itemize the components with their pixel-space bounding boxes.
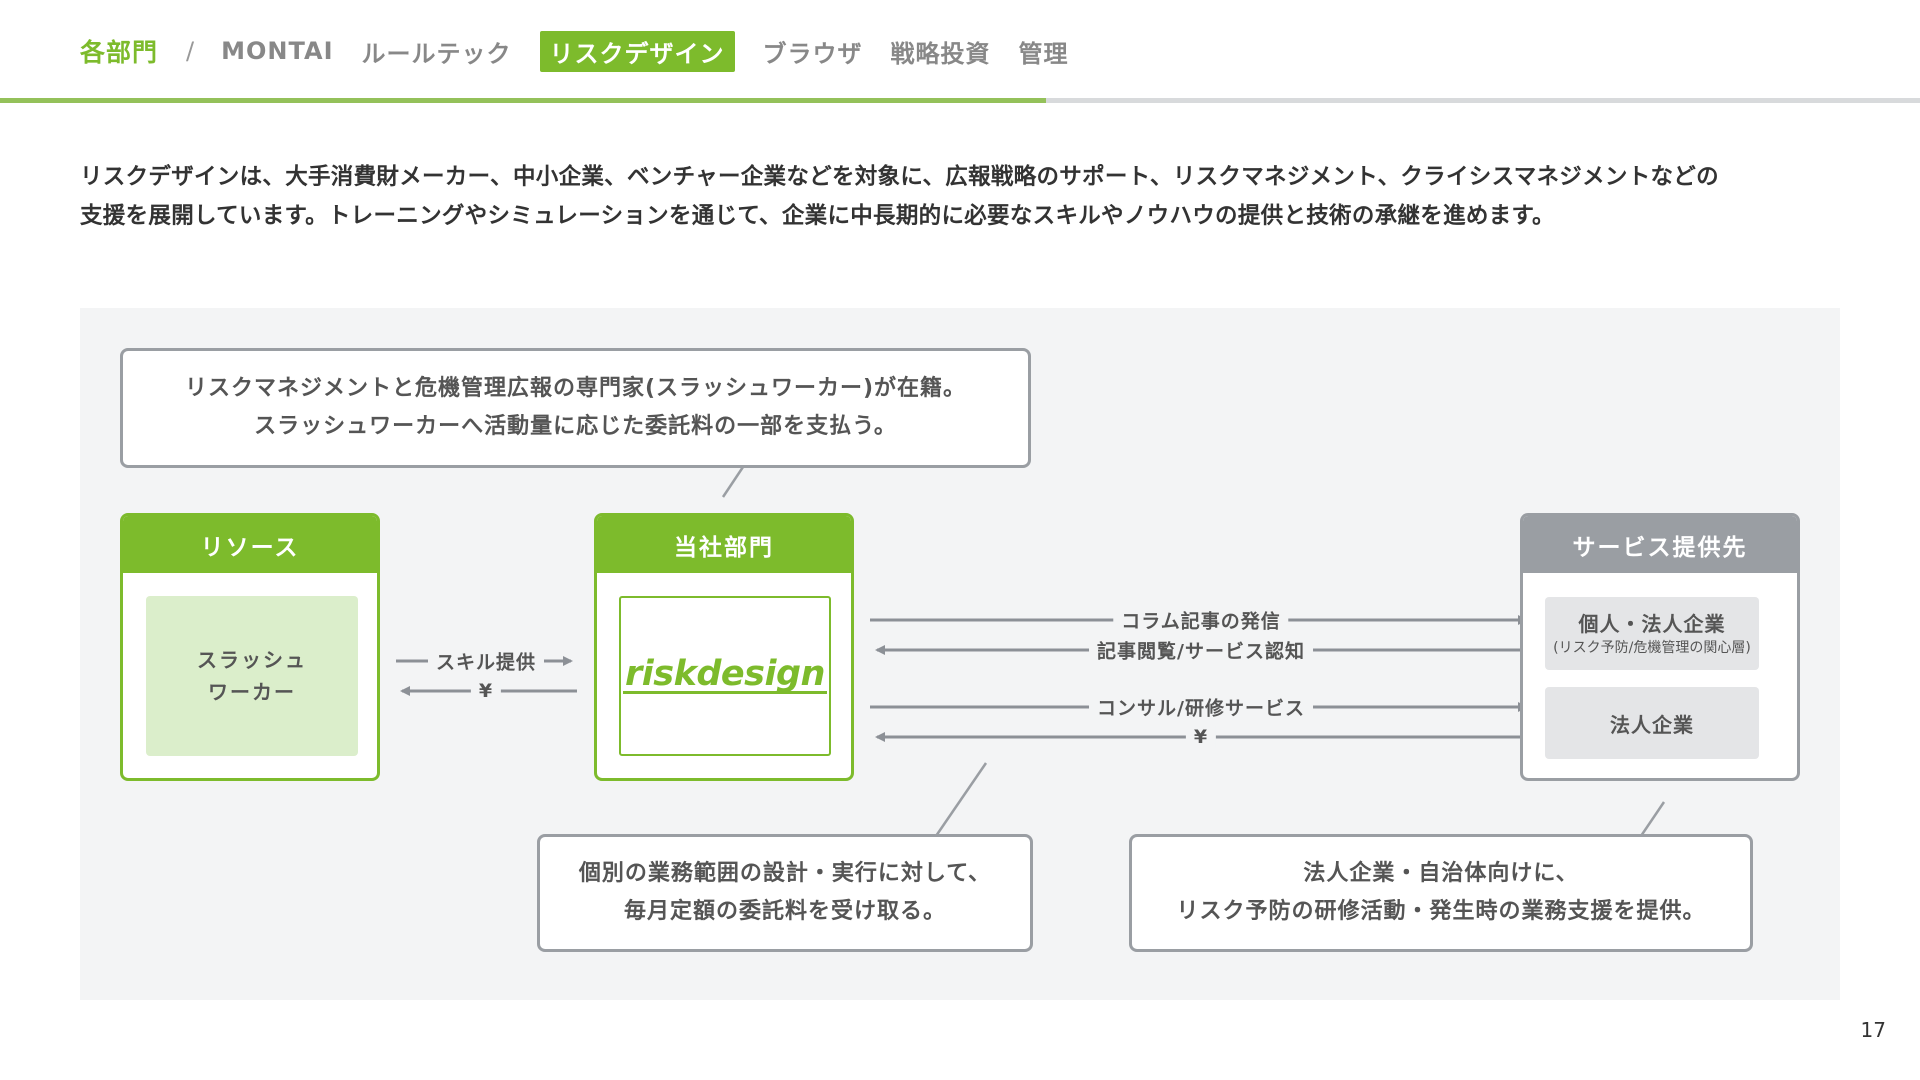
bubble-top-line-2: スラッシュワーカーへ活動量に応じた委託料の一部を支払う。 (254, 414, 897, 439)
label-reading: 記事閲覧/サービス認知 (1089, 636, 1313, 664)
bubble-top: リスクマネジメントと危機管理広報の専門家(スラッシュワーカー)が在籍。 スラッシ… (120, 348, 1031, 468)
label-column: コラム記事の発信 (1113, 606, 1289, 634)
slash-worker-box: スラッシュ ワーカー (146, 596, 358, 756)
node-resource-title: リソース (123, 516, 377, 573)
riskdesign-logo-text: riskdesign (623, 653, 827, 694)
node-company-title: 当社部門 (597, 516, 851, 573)
bubble-bottom-left-line-1: 個別の業務範囲の設計・実行に対して、 (578, 861, 992, 886)
bubble-bottom-right-line-1: 法人企業・自治体向けに、 (1303, 861, 1579, 886)
page-number: 17 (1860, 1018, 1886, 1042)
client-individual-corporate-sub: (リスク予防/危機管理の関心層) (1553, 639, 1751, 656)
label-yen-left: ¥ (470, 680, 502, 702)
bubble-bottom-right-line-2: リスク予防の研修活動・発生時の業務支援を提供。 (1176, 899, 1706, 924)
bubble-top-pointer (721, 463, 747, 498)
bubble-bottom-right: 法人企業・自治体向けに、 リスク予防の研修活動・発生時の業務支援を提供。 (1129, 834, 1753, 952)
label-consulting: コンサル/研修サービス (1089, 693, 1313, 721)
client-corporate-label: 法人企業 (1610, 712, 1694, 737)
node-clients-title: サービス提供先 (1523, 516, 1797, 573)
bubble-bottom-left: 個別の業務範囲の設計・実行に対して、 毎月定額の委託料を受け取る。 (537, 834, 1033, 952)
node-resource: リソース スラッシュ ワーカー (120, 513, 380, 781)
client-individual-corporate-label: 個人・法人企業 (1578, 611, 1726, 636)
bubble-bottom-left-line-2: 毎月定額の委託料を受け取る。 (623, 899, 946, 924)
label-yen-right: ¥ (1185, 726, 1217, 748)
client-individual-corporate: 個人・法人企業 (リスク予防/危機管理の関心層) (1545, 597, 1759, 670)
bubble-right-pointer (1639, 801, 1666, 837)
riskdesign-logo: riskdesign (619, 596, 831, 756)
label-skill: スキル提供 (427, 647, 545, 675)
slash-worker-line-1: スラッシュ (197, 648, 307, 672)
node-company: 当社部門 riskdesign (594, 513, 854, 781)
bubble-left-pointer (934, 762, 988, 837)
bubble-top-line-1: リスクマネジメントと危機管理広報の専門家(スラッシュワーカー)が在籍。 (184, 376, 967, 401)
client-corporate: 法人企業 (1545, 687, 1759, 759)
node-clients: サービス提供先 個人・法人企業 (リスク予防/危機管理の関心層) 法人企業 (1520, 513, 1800, 781)
slash-worker-line-2: ワーカー (208, 680, 296, 704)
